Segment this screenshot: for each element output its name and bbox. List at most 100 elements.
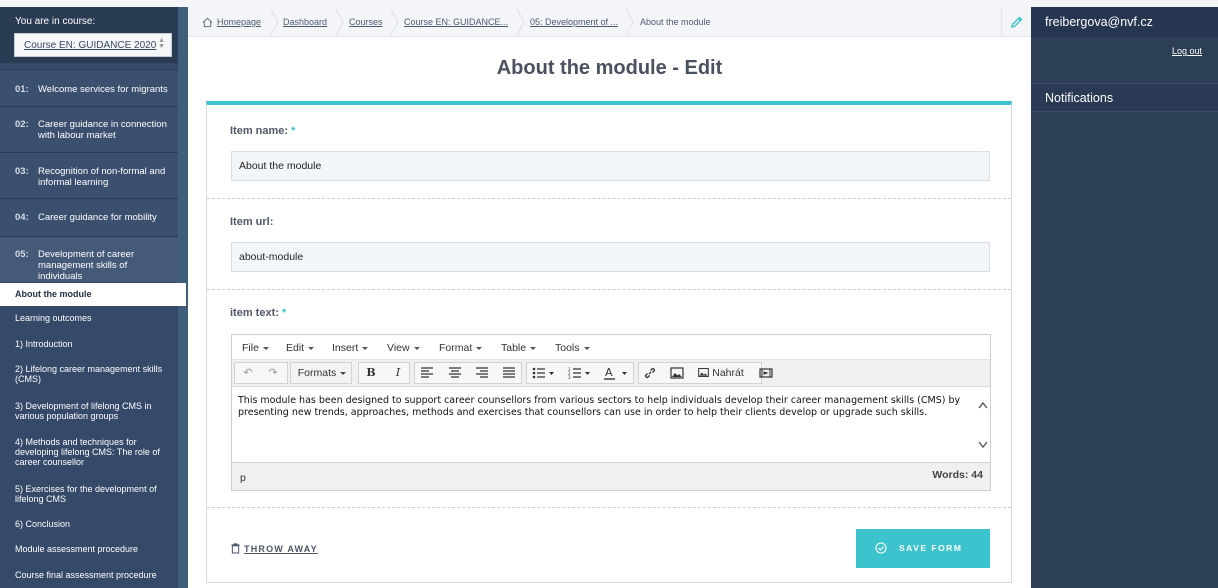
menu-format[interactable]: Format — [439, 342, 482, 354]
module-item-01[interactable]: 01: Welcome services for migrants — [0, 69, 178, 106]
sidebar-item-about[interactable]: About the module — [0, 283, 186, 306]
module-number: 04: — [15, 212, 29, 223]
align-left-icon[interactable] — [420, 367, 434, 379]
align-right-icon[interactable] — [475, 367, 489, 379]
notifications-header[interactable]: Notifications — [1031, 83, 1218, 112]
redo-icon[interactable]: ↷ — [263, 363, 283, 383]
required-mark: * — [291, 125, 296, 137]
module-item-02[interactable]: 02: Career guidance in connection with l… — [0, 106, 178, 152]
required-mark: * — [281, 307, 287, 319]
module-item-05[interactable]: 05: Development of career management ski… — [0, 236, 178, 282]
breadcrumb: Homepage Dashboard Courses Course EN: GU… — [188, 7, 1031, 37]
sidebar-item-lifelong-cms[interactable]: 2) Lifelong career management skills (CM… — [0, 364, 178, 384]
chevron-right-icon — [516, 9, 525, 35]
module-label: Development of career management skills … — [38, 249, 135, 282]
bullet-list-icon[interactable] — [532, 367, 556, 379]
item-name-section: Item name: * About the module — [207, 105, 1011, 199]
module-label: Recognition of non-formal and informal l… — [38, 166, 166, 188]
main-content: Homepage Dashboard Courses Course EN: GU… — [188, 7, 1031, 588]
sidebar-item-introduction[interactable]: 1) Introduction — [0, 339, 178, 349]
menu-view[interactable]: View — [387, 342, 420, 354]
word-count: Words: 44 — [932, 469, 983, 481]
edit-form: Item name: * About the module Item url: … — [206, 101, 1012, 583]
link-icon[interactable] — [643, 366, 657, 380]
user-panel: freibergova@nvf.cz Log out Notifications — [1031, 7, 1218, 588]
save-form-label: SAVE FORM — [899, 543, 963, 553]
editor-scrollbar[interactable] — [976, 387, 990, 462]
logout-link[interactable]: Log out — [1172, 46, 1202, 56]
menu-file[interactable]: File — [242, 342, 269, 354]
trash-icon — [231, 543, 240, 554]
breadcrumb-courses[interactable]: Courses — [349, 17, 383, 27]
breadcrumb-homepage[interactable]: Homepage — [217, 17, 261, 27]
editor-menubar: File Edit Insert View Format Table Tools — [232, 335, 990, 360]
sidebar-item-module-assessment[interactable]: Module assessment procedure — [0, 544, 178, 554]
bold-icon[interactable]: B — [361, 363, 381, 383]
item-text-label-text: item text: — [230, 307, 279, 319]
menu-edit[interactable]: Edit — [286, 342, 314, 354]
rich-text-editor: File Edit Insert View Format Table Tools… — [231, 334, 991, 491]
editor-toolbar: ↶ ↷ Formats B I 123 A Nahrát — [232, 360, 990, 387]
align-justify-icon[interactable] — [502, 367, 516, 379]
item-name-input[interactable]: About the module — [231, 151, 990, 181]
undo-icon[interactable]: ↶ — [238, 363, 258, 383]
breadcrumb-course[interactable]: Course EN: GUIDANCE... — [404, 17, 508, 27]
menu-tools[interactable]: Tools — [555, 342, 590, 354]
page-title: About the module - Edit — [496, 57, 723, 79]
edit-button[interactable] — [1001, 7, 1031, 37]
item-url-section: Item url: about-module — [207, 199, 1011, 290]
module-number: 02: — [15, 119, 29, 130]
check-circle-icon — [875, 542, 887, 554]
breadcrumb-current: About the module — [640, 17, 711, 27]
upload-image-icon — [698, 368, 710, 377]
module-label: Career guidance in connection with labou… — [38, 119, 167, 141]
upload-label: Nahrát — [712, 367, 744, 379]
menu-table[interactable]: Table — [501, 342, 536, 354]
item-name-label: Item name: * — [230, 125, 295, 137]
editor-statusbar: p Words: 44 — [232, 462, 990, 490]
user-email: freibergova@nvf.cz — [1031, 7, 1218, 37]
sidebar-item-methods[interactable]: 4) Methods and techniques for developing… — [0, 437, 178, 467]
course-select[interactable]: Course EN: GUIDANCE 2020 ▲ ▼ — [14, 33, 172, 57]
image-icon[interactable] — [670, 367, 684, 379]
module-number: 05: — [15, 249, 29, 260]
media-icon[interactable] — [759, 367, 773, 379]
align-center-icon[interactable] — [448, 367, 462, 379]
throw-away-button[interactable]: THROW AWAY — [231, 543, 318, 554]
course-box: You are in course: Course EN: GUIDANCE 2… — [0, 7, 178, 63]
module-label: Welcome services for migrants — [38, 84, 168, 95]
breadcrumb-dashboard[interactable]: Dashboard — [283, 17, 327, 27]
text-color-icon[interactable]: A — [604, 366, 630, 380]
italic-icon[interactable]: I — [388, 363, 408, 383]
item-text-label: item text: * — [230, 307, 286, 319]
sidebar-item-exercises[interactable]: 5) Exercises for the development of life… — [0, 484, 178, 504]
item-name-label-text: Item name: — [230, 125, 289, 137]
item-url-label: Item url: — [230, 216, 274, 228]
svg-text:3: 3 — [568, 375, 571, 379]
sidebar-item-final-assessment[interactable]: Course final assessment procedure — [0, 570, 178, 580]
element-path[interactable]: p — [240, 472, 246, 484]
course-select-value: Course EN: GUIDANCE 2020 — [24, 40, 157, 51]
menu-insert[interactable]: Insert — [332, 342, 368, 354]
pencil-icon — [1011, 16, 1023, 28]
module-item-04[interactable]: 04: Career guidance for mobility — [0, 198, 178, 236]
sidebar-item-development[interactable]: 3) Development of lifelong CMS in variou… — [0, 401, 178, 421]
save-form-button[interactable]: SAVE FORM — [856, 529, 990, 568]
sidebar-item-outcomes[interactable]: Learning outcomes — [0, 313, 178, 323]
home-icon — [202, 17, 213, 28]
top-strip — [0, 0, 1218, 7]
module-number: 03: — [15, 166, 29, 177]
module-label: Career guidance for mobility — [38, 212, 157, 223]
item-url-input[interactable]: about-module — [231, 242, 990, 272]
breadcrumb-module[interactable]: 05: Development of ... — [530, 17, 618, 27]
sidebar-item-conclusion[interactable]: 6) Conclusion — [0, 519, 178, 529]
editor-content[interactable]: This module has been designed to support… — [232, 387, 990, 462]
numbered-list-icon[interactable]: 123 — [568, 367, 592, 379]
module-item-03[interactable]: 03: Recognition of non-formal and inform… — [0, 152, 178, 198]
course-label: You are in course: — [15, 16, 96, 27]
formats-dropdown[interactable]: Formats — [294, 363, 350, 383]
course-sidebar: You are in course: Course EN: GUIDANCE 2… — [0, 7, 188, 588]
chevron-right-icon — [270, 9, 279, 35]
module-number: 01: — [15, 84, 29, 95]
upload-button[interactable]: Nahrát — [694, 363, 748, 383]
